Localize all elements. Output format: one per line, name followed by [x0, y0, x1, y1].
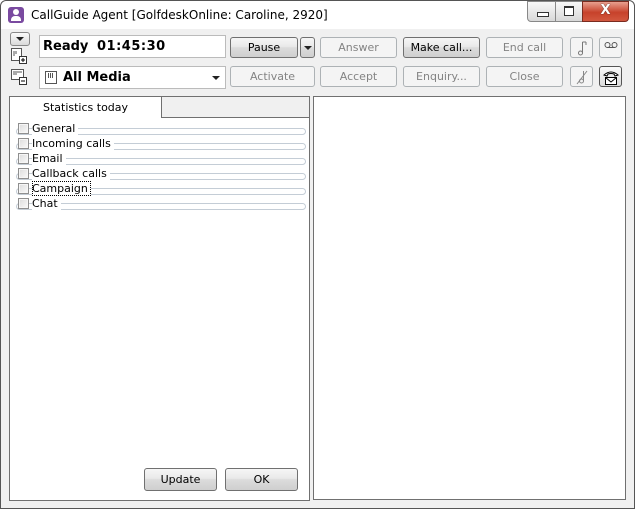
phone-mail-icon [603, 71, 619, 85]
ok-button[interactable]: OK [225, 468, 298, 491]
close-window-button[interactable]: X [582, 1, 629, 22]
chat-checkbox[interactable] [18, 198, 29, 209]
stat-label: Chat [32, 196, 61, 211]
voicemail-icon [604, 42, 618, 48]
window-title: CallGuide Agent [GolfdeskOnline: Carolin… [31, 8, 328, 22]
no-music-icon [576, 70, 588, 85]
pause-options-dropdown[interactable] [300, 37, 315, 58]
media-icon [45, 71, 57, 84]
minimize-button[interactable] [527, 1, 556, 22]
pause-button[interactable]: Pause [230, 37, 298, 58]
email-checkbox[interactable] [18, 153, 29, 164]
general-checkbox[interactable] [18, 123, 29, 134]
stat-group-incoming-calls[interactable]: Incoming calls [16, 136, 306, 152]
media-selected-value: All Media [63, 70, 131, 85]
no-music-button[interactable] [570, 66, 593, 87]
make-call-button[interactable]: Make call... [403, 37, 480, 58]
incoming-calls-checkbox[interactable] [18, 138, 29, 149]
phone-mail-button[interactable] [599, 66, 622, 87]
app-user-icon [8, 7, 24, 23]
update-button[interactable]: Update [144, 468, 217, 491]
app-window: CallGuide Agent [GolfdeskOnline: Carolin… [0, 0, 635, 509]
accept-button[interactable]: Accept [320, 66, 397, 87]
music-on-hold-button[interactable] [570, 37, 593, 58]
remove-panel-icon[interactable] [11, 69, 27, 85]
close-icon: X [600, 3, 611, 18]
end-call-button[interactable]: End call [486, 37, 563, 58]
answer-button[interactable]: Answer [320, 37, 397, 58]
stat-label: Incoming calls [32, 136, 114, 151]
stat-label: General [32, 121, 79, 136]
music-note-icon [578, 41, 587, 56]
campaign-checkbox[interactable] [18, 183, 29, 194]
stat-group-campaign[interactable]: Campaign [16, 181, 306, 197]
agent-status: Ready [43, 39, 89, 54]
enquiry-button[interactable]: Enquiry... [403, 66, 480, 87]
statistics-list: General Incoming calls Email Callback ca… [10, 118, 309, 500]
stat-label: Email [32, 151, 66, 166]
statistics-panel: Statistics today General Incoming calls … [9, 96, 310, 501]
chevron-down-icon [212, 76, 220, 80]
maximize-button[interactable] [555, 1, 583, 22]
panel-menu-dropdown-button[interactable] [10, 32, 30, 46]
stat-group-chat[interactable]: Chat [16, 196, 306, 212]
callback-calls-checkbox[interactable] [18, 168, 29, 179]
stat-label: Campaign [32, 181, 91, 196]
agent-status-display: Ready 01:45:30 [39, 35, 226, 58]
stat-label: Callback calls [32, 166, 110, 181]
stat-group-callback-calls[interactable]: Callback calls [16, 166, 306, 182]
media-select[interactable]: All Media [39, 66, 226, 89]
voicemail-button[interactable] [599, 37, 622, 58]
stat-group-email[interactable]: Email [16, 151, 306, 167]
status-timer: 01:45:30 [97, 39, 166, 54]
activate-button[interactable]: Activate [230, 66, 315, 87]
add-panel-icon[interactable] [11, 48, 27, 64]
close-button[interactable]: Close [486, 66, 563, 87]
stat-group-general[interactable]: General [16, 121, 306, 137]
work-area-panel [313, 96, 626, 500]
tab-statistics-today[interactable]: Statistics today [10, 97, 162, 118]
title-bar: CallGuide Agent [GolfdeskOnline: Carolin… [1, 1, 634, 29]
